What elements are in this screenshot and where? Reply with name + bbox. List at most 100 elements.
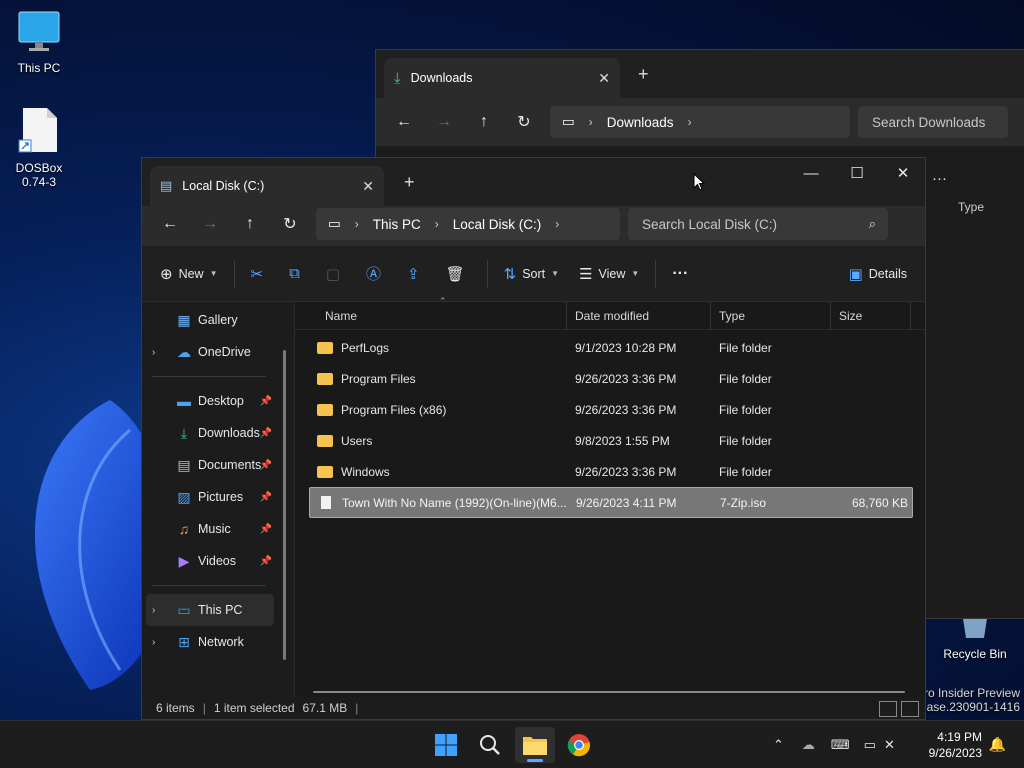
maximize-icon[interactable]: ☐ <box>834 158 880 188</box>
insider-watermark: ro Insider Preview lease.230901-1416 <box>917 686 1020 714</box>
desktop-icon-dosbox[interactable]: DOSBox 0.74-3 <box>1 106 77 189</box>
nav-item-videos[interactable]: ▶ Videos 📌 <box>142 545 294 577</box>
explorer-window[interactable]: ▤ Local Disk (C:) ✕ + — ☐ ✕ ← → ↑ ↻ ▭ › … <box>141 157 926 720</box>
sort-button[interactable]: ⇅ Sort ▼ <box>494 258 569 290</box>
video-icon: ▶ <box>178 552 190 569</box>
column-date-modified[interactable]: Date modified <box>567 302 711 330</box>
clock-time: 4:19 PM <box>937 730 982 744</box>
details-button[interactable]: ▣ Details <box>839 258 917 290</box>
table-row[interactable]: Town With No Name (1992)(On-line)(M6... 9… <box>309 487 913 518</box>
close-tab-icon[interactable]: ✕ <box>598 70 610 87</box>
nav-item-downloads[interactable]: ⤓ Downloads 📌 <box>142 417 294 449</box>
copy-button[interactable]: ⧉ <box>279 258 316 290</box>
breadcrumb-item[interactable]: Local Disk (C:) <box>453 217 542 232</box>
table-row[interactable]: PerfLogs 9/1/2023 10:28 PM File folder <box>309 332 913 363</box>
chevron-right-icon[interactable]: › <box>152 605 155 616</box>
chevron-right-icon[interactable]: › <box>152 637 155 648</box>
more-options-button[interactable]: ··· <box>662 258 698 290</box>
network-status-icon[interactable]: ▭ <box>864 737 876 753</box>
desktop-icon-this-pc[interactable]: This PC <box>1 10 77 75</box>
folder-icon <box>317 372 333 385</box>
chevron-up-icon[interactable]: ⌃ <box>773 737 784 753</box>
address-bar[interactable]: ▭ › This PC › Local Disk (C:) › <box>316 208 620 240</box>
paste-button[interactable]: ▢ <box>316 258 356 290</box>
notification-bell-icon[interactable]: 🔔 <box>989 736 1006 753</box>
keyboard-icon[interactable]: ⌨ <box>831 737 850 753</box>
file-explorer-button[interactable] <box>515 727 555 763</box>
refresh-icon[interactable]: ↻ <box>504 106 544 138</box>
search-input[interactable]: Search Local Disk (C:) ⌕ <box>628 208 888 240</box>
details-view-icon[interactable] <box>879 701 897 717</box>
column-size[interactable]: Size <box>831 302 911 330</box>
nav-label: Desktop <box>198 394 244 408</box>
share-icon: ⇪ <box>407 265 420 283</box>
back-icon[interactable]: ← <box>150 208 190 240</box>
nav-item-network[interactable]: › ⊞ Network <box>142 626 294 658</box>
nav-item-this-pc[interactable]: › ▭ This PC <box>146 594 274 626</box>
rename-button[interactable]: Ⓐ <box>356 258 397 290</box>
table-row[interactable]: Program Files (x86) 9/26/2023 3:36 PM File… <box>309 394 913 425</box>
column-name[interactable]: Name <box>295 302 567 330</box>
delete-button[interactable]: 🗑 <box>436 258 481 290</box>
nav-item-desktop[interactable]: ▬ Desktop 📌 <box>142 385 294 417</box>
nav-item-pictures[interactable]: ▨ Pictures 📌 <box>142 481 294 513</box>
tab-bar: ⤓ Downloads ✕ + <box>376 50 1024 98</box>
tab-title: Local Disk (C:) <box>182 179 265 193</box>
nav-scrollbar[interactable] <box>283 350 286 660</box>
file-list: ⌃ Name Date modified Type Size PerfLogs 9… <box>294 296 925 719</box>
forward-icon[interactable]: → <box>424 106 464 138</box>
up-icon[interactable]: ↑ <box>230 208 270 240</box>
view-button[interactable]: ☰ View ▼ <box>569 258 649 290</box>
nav-item-gallery[interactable]: ▦ Gallery <box>142 304 294 336</box>
nav-label: Documents <box>198 458 262 472</box>
tab-downloads[interactable]: ⤓ Downloads ✕ <box>384 58 620 98</box>
horizontal-scrollbar[interactable] <box>313 691 905 693</box>
chevron-right-icon: › <box>588 115 593 129</box>
volume-muted-icon[interactable]: ✕ <box>884 737 895 753</box>
nav-item-music[interactable]: ♫ Music 📌 <box>142 513 294 545</box>
monitor-icon <box>18 11 60 51</box>
share-button[interactable]: ⇪ <box>397 258 436 290</box>
pin-icon: 📌 <box>259 491 272 503</box>
more-icon[interactable]: ··· <box>932 170 947 187</box>
new-tab-icon[interactable]: + <box>404 172 415 193</box>
nav-item-documents[interactable]: ▤ Documents 📌 <box>142 449 294 481</box>
search-input[interactable]: Search Downloads <box>858 106 1008 138</box>
file-name: Windows <box>341 464 390 479</box>
new-button[interactable]: ⊕ New ▼ <box>150 258 228 290</box>
table-row[interactable]: Windows 9/26/2023 3:36 PM File folder <box>309 456 913 487</box>
column-type[interactable]: Type <box>958 200 984 214</box>
breadcrumb-item[interactable]: Downloads <box>607 115 674 130</box>
search-button[interactable] <box>470 727 510 763</box>
up-icon[interactable]: ↑ <box>464 106 504 138</box>
chevron-right-icon[interactable]: › <box>152 347 155 358</box>
cut-button[interactable]: ✂ <box>241 258 280 290</box>
minimize-icon[interactable]: — <box>788 158 834 188</box>
column-type[interactable]: Type <box>711 302 831 330</box>
close-tab-icon[interactable]: ✕ <box>362 178 374 195</box>
cell-name: Program Files (x86) <box>309 403 567 417</box>
refresh-icon[interactable]: ↻ <box>270 208 310 240</box>
onedrive-status-icon[interactable]: ☁ <box>802 737 815 753</box>
bg-column-header: ··· Type <box>924 170 1024 214</box>
tab-local-disk[interactable]: ▤ Local Disk (C:) ✕ <box>150 166 384 206</box>
table-row[interactable]: Users 9/8/2023 1:55 PM File folder <box>309 425 913 456</box>
cell-type: File folder <box>719 340 772 355</box>
pin-icon: 📌 <box>259 427 272 439</box>
new-tab-icon[interactable]: + <box>638 64 649 85</box>
chevron-right-icon: › <box>434 217 439 231</box>
start-button[interactable] <box>426 727 466 763</box>
status-item-count: 6 items <box>156 701 195 715</box>
breadcrumb-item[interactable]: This PC <box>373 217 421 232</box>
tiles-view-icon[interactable] <box>901 701 919 717</box>
close-window-icon[interactable]: ✕ <box>880 158 926 188</box>
clock[interactable]: 4:19 PM 9/26/2023 <box>929 729 982 761</box>
nav-item-onedrive[interactable]: › ☁ OneDrive <box>142 336 294 368</box>
address-bar[interactable]: ▭ › Downloads › <box>550 106 850 138</box>
chrome-button[interactable] <box>559 727 599 763</box>
folder-icon <box>317 434 333 447</box>
table-row[interactable]: Program Files 9/26/2023 3:36 PM File folde… <box>309 363 913 394</box>
forward-icon[interactable]: → <box>190 208 230 240</box>
details-label: Details <box>868 266 907 281</box>
back-icon[interactable]: ← <box>384 106 424 138</box>
